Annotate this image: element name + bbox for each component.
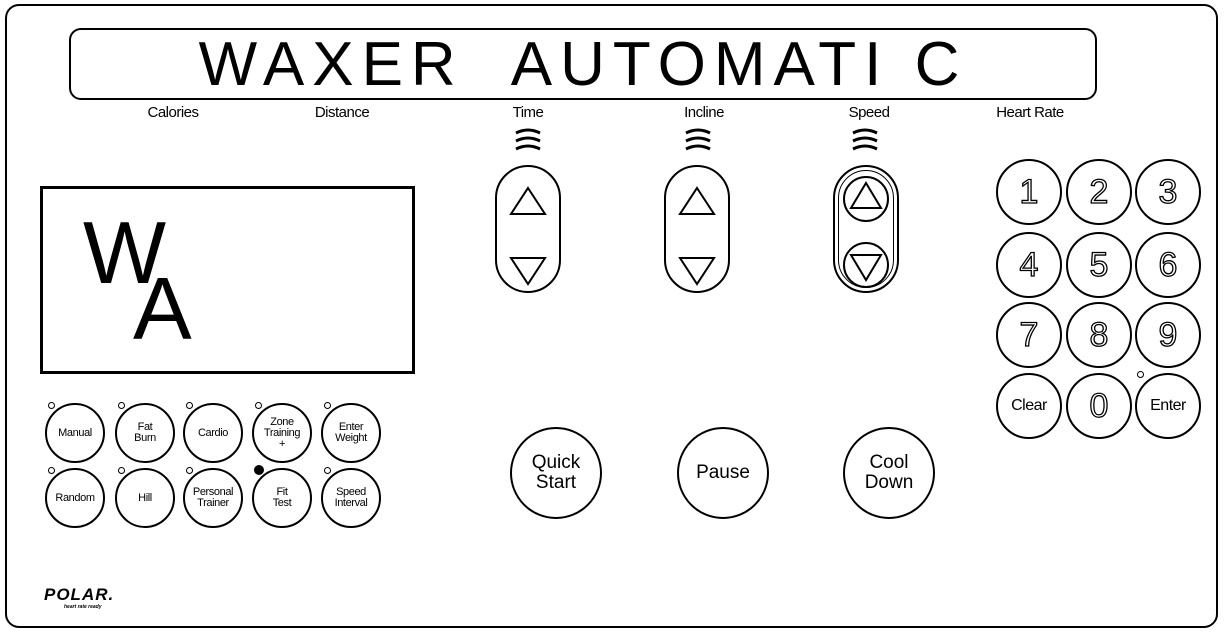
keypad-5-button[interactable]: 5 [1066,232,1132,298]
display-a-glyph: A [133,259,192,358]
keypad-9-label: 9 [1158,315,1178,354]
keypad-5-label: 5 [1089,245,1109,284]
cardio-led-icon [186,402,193,409]
enter-weight-led-icon [324,402,331,409]
incline-down-button[interactable] [677,255,717,287]
manual-led-icon [48,402,55,409]
speed-down-button[interactable] [840,239,892,291]
random-led-icon [48,467,55,474]
quick-start-button[interactable]: Quick Start [510,427,602,519]
incline-up-button[interactable] [677,185,717,217]
enter-led-icon [1137,371,1144,378]
speed-rocker [833,165,899,293]
calories-label: Calories [147,104,199,121]
fat-burn-button[interactable]: Fat Burn [115,403,175,463]
keypad-6-button[interactable]: 6 [1135,232,1201,298]
keypad-9-button[interactable]: 9 [1135,302,1201,368]
profile-display: W A [40,186,415,374]
personal-trainer-button[interactable]: Personal Trainer [183,468,243,528]
keypad-2-button[interactable]: 2 [1066,159,1132,225]
signal-waves-icon [685,128,711,151]
fit-test-button[interactable]: Fit Test [252,468,312,528]
signal-waves-icon [852,128,878,151]
speed-interval-led-icon [324,467,331,474]
hill-button[interactable]: Hill [115,468,175,528]
polar-brand-text: POLAR. [44,585,115,604]
keypad-4-button[interactable]: 4 [996,232,1062,298]
cardio-button[interactable]: Cardio [183,403,243,463]
keypad-7-label: 7 [1019,315,1039,354]
keypad-6-label: 6 [1158,245,1178,284]
keypad-4-label: 4 [1019,245,1039,284]
keypad-7-button[interactable]: 7 [996,302,1062,368]
keypad-0-label: 0 [1089,386,1109,425]
speed-up-button[interactable] [840,173,892,225]
polar-logo: POLAR. heart rate ready [44,585,115,610]
marquee-text: WAXER AUTOMATI C [198,29,968,99]
pause-button[interactable]: Pause [677,427,769,519]
keypad-clear-button[interactable]: Clear [996,373,1062,439]
time-down-button[interactable] [508,255,548,287]
distance-label: Distance [314,104,370,121]
time-rocker [495,165,561,293]
keypad-1-button[interactable]: 1 [996,159,1062,225]
cool-down-button[interactable]: Cool Down [843,427,935,519]
incline-rocker [664,165,730,293]
keypad-2-label: 2 [1089,172,1109,211]
heart-rate-label: Heart Rate [996,104,1064,121]
personal-trainer-led-icon [186,467,193,474]
keypad-1-label: 1 [1019,172,1039,211]
zone-training-led-icon [255,402,262,409]
keypad-3-label: 3 [1158,172,1178,211]
keypad-0-button[interactable]: 0 [1066,373,1132,439]
hill-led-icon [118,467,125,474]
fit-test-led-icon [254,465,264,475]
incline-label: Incline [684,104,724,121]
zone-training-button[interactable]: Zone Training + [252,403,312,463]
signal-waves-icon [515,128,541,151]
time-label: Time [512,104,544,121]
polar-tagline: heart rate ready [64,604,102,610]
fat-burn-led-icon [118,402,125,409]
time-up-button[interactable] [508,185,548,217]
keypad-8-label: 8 [1089,315,1109,354]
keypad-8-button[interactable]: 8 [1066,302,1132,368]
keypad-enter-button[interactable]: Enter [1135,373,1201,439]
marquee-display: WAXER AUTOMATI C [69,28,1097,100]
speed-interval-button[interactable]: Speed Interval [321,468,381,528]
keypad-3-button[interactable]: 3 [1135,159,1201,225]
keypad-enter-label: Enter [1150,397,1186,414]
enter-weight-button[interactable]: Enter Weight [321,403,381,463]
random-button[interactable]: Random [45,468,105,528]
keypad-clear-label: Clear [1011,397,1047,414]
manual-button[interactable]: Manual [45,403,105,463]
speed-label: Speed [848,104,890,121]
